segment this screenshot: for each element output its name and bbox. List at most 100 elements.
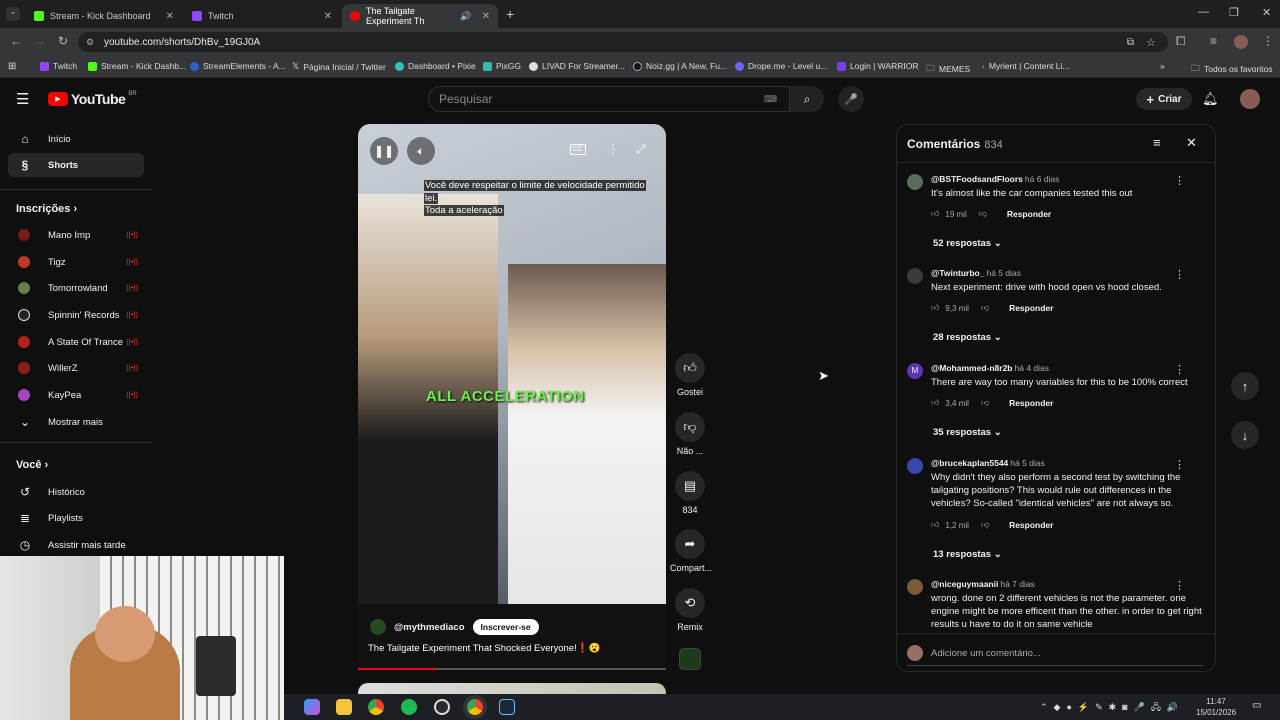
bookmark-pixgg[interactable]: PixGG — [483, 61, 521, 71]
sidebar-item-home[interactable]: ⌂ Início — [8, 127, 144, 151]
sidebar-sub-item[interactable]: WillerZ ((•)) — [8, 356, 144, 380]
youtube-logo[interactable]: ▶ YouTube BR — [48, 91, 137, 107]
bookmark-drope[interactable]: Drope.me - Level u... — [735, 61, 827, 71]
chrome-active-icon[interactable] — [467, 699, 483, 715]
video-progress-bar[interactable] — [358, 668, 666, 670]
channel-name[interactable]: @mythmediaco — [394, 622, 465, 633]
sidebar-sub-item[interactable]: Tomorrowland ((•)) — [8, 276, 144, 300]
more-options-icon[interactable]: ⋮ — [1174, 363, 1185, 376]
account-avatar[interactable] — [1240, 89, 1260, 109]
tab-list-button[interactable]: ⌄ — [6, 7, 20, 21]
copilot-icon[interactable] — [304, 699, 320, 715]
sidebar-item-shorts[interactable]: § Shorts — [8, 153, 144, 177]
avatar[interactable] — [907, 579, 923, 595]
next-short-button[interactable]: ↓ — [1231, 421, 1259, 449]
replies-toggle[interactable]: 13 respostas ⌄ — [933, 549, 1002, 560]
like-button[interactable]: 👍︎ Gostei — [670, 353, 710, 397]
previous-short-button[interactable]: ↑ — [1231, 372, 1259, 400]
share-button[interactable]: ➦ Compart... — [670, 529, 712, 573]
reply-button[interactable]: Responder — [1009, 520, 1053, 530]
voice-search-button[interactable]: 🎤 — [838, 86, 864, 112]
reply-button[interactable]: Responder — [1009, 398, 1053, 408]
pause-button[interactable]: ❚❚ — [370, 137, 398, 165]
bookmarks-overflow-icon[interactable]: » — [1160, 61, 1165, 71]
sidebar-sub-item[interactable]: KayPea ((•)) — [8, 383, 144, 407]
replies-toggle[interactable]: 52 respostas ⌄ — [933, 238, 1002, 249]
close-icon[interactable]: ✕ — [482, 11, 490, 22]
tab-youtube[interactable]: The Tailgate Experiment Th 🔊 ✕ — [342, 4, 498, 28]
apps-icon[interactable]: ⊞ — [8, 61, 16, 72]
subscribe-button[interactable]: Inscrever-se — [472, 619, 539, 635]
search-button[interactable]: ⌕ — [790, 86, 824, 112]
menu-icon[interactable]: ☰ — [16, 90, 29, 108]
sidebar-sub-item[interactable]: Spinnin' Records ((•)) — [8, 303, 144, 327]
bookmark-star-icon[interactable]: ☆ — [1146, 36, 1156, 49]
more-options-icon[interactable]: ⋮ — [1174, 268, 1185, 281]
bookmark-streamelements[interactable]: StreamElements - A... — [190, 61, 286, 71]
avatar[interactable] — [907, 458, 923, 474]
comment-author[interactable]: @Mohammed-n8r2b há 4 dias — [931, 363, 1049, 373]
file-explorer-icon[interactable] — [336, 699, 352, 715]
thumbs-up-icon[interactable]: 👍︎ — [931, 303, 939, 313]
notification-center-icon[interactable]: ▭ — [1252, 700, 1261, 711]
bookmark-myrient[interactable]: ‹ Myrient | Content Li... — [982, 61, 1069, 71]
sidebar-sub-item[interactable]: Mano Imp ((•)) — [8, 223, 144, 247]
browser-menu-icon[interactable]: ⋮ — [1262, 34, 1274, 48]
more-options-icon[interactable]: ⋮ — [1174, 174, 1185, 187]
notifications-icon[interactable]: 🔔︎ — [1202, 91, 1219, 107]
avatar[interactable]: M — [907, 363, 923, 379]
add-comment-field[interactable]: Adicione um comentário... — [907, 645, 1203, 666]
system-clock[interactable]: 11:47 15/01/2026 — [1196, 696, 1236, 718]
avatar[interactable] — [907, 268, 923, 284]
thumbs-up-icon[interactable]: 👍︎ — [931, 209, 939, 219]
sidebar-item-playlists[interactable]: ≣ Playlists — [8, 506, 144, 530]
remix-button[interactable]: ⟲ Remix — [670, 588, 710, 632]
comments-button[interactable]: ▤ 834 — [670, 471, 710, 515]
forward-icon[interactable]: → — [34, 34, 46, 48]
video-title[interactable]: The Tailgate Experiment That Shocked Eve… — [368, 643, 600, 654]
thumbs-down-icon[interactable]: 👎︎ — [981, 303, 989, 313]
url-input[interactable]: ⚙ youtube.com/shorts/DhBv_19GJ0A ⧉ ☆ — [78, 32, 1168, 52]
extensions-icon[interactable]: ⧠ — [1176, 34, 1186, 49]
restore-button[interactable]: ❐ — [1229, 6, 1239, 19]
replies-toggle[interactable]: 35 respostas ⌄ — [933, 427, 1002, 438]
reply-button[interactable]: Responder — [1009, 303, 1053, 313]
fullscreen-icon[interactable]: ⤢ — [636, 142, 646, 157]
dislike-button[interactable]: 👎︎ Não ... — [670, 412, 710, 456]
bookmark-kick[interactable]: Stream - Kick Dashb... — [88, 61, 186, 71]
comment-author[interactable]: @niceguymaanii há 7 dias — [931, 579, 1035, 589]
subscriptions-heading[interactable]: Inscrições › — [16, 203, 77, 215]
bookmark-twitter[interactable]: 𝕏 Página Inicial / Twitter — [292, 61, 386, 72]
tab-twitch[interactable]: Twitch ✕ — [184, 4, 340, 28]
profile-avatar[interactable] — [1234, 35, 1248, 49]
steam-icon[interactable] — [499, 699, 515, 715]
thumbs-down-icon[interactable]: 👎︎ — [981, 520, 989, 530]
sidebar-item-watch-later[interactable]: ◷ Assistir mais tarde — [8, 533, 144, 557]
all-bookmarks[interactable]: 🗀 Todos os favoritos — [1191, 61, 1273, 77]
thumbs-up-icon[interactable]: 👍︎ — [931, 520, 939, 530]
thumbs-down-icon[interactable]: 👎︎ — [981, 398, 989, 408]
keyboard-icon[interactable]: ⌨ — [764, 94, 777, 105]
close-icon[interactable]: ✕ — [324, 11, 332, 22]
captions-icon[interactable]: CC — [570, 144, 587, 155]
tab-kick[interactable]: Stream - Kick Dashboard ✕ — [26, 4, 182, 28]
search-input[interactable]: Pesquisar ⌨ — [428, 86, 790, 112]
bookmark-twitch[interactable]: Twitch — [40, 61, 77, 71]
more-options-icon[interactable]: ⋮ — [1174, 458, 1185, 471]
comment-author[interactable]: @BSTFoodsandFloors há 6 dias — [931, 174, 1059, 184]
sidebar-sub-item[interactable]: Tigz ((•)) — [8, 250, 144, 274]
bookmark-folder-memes[interactable]: 🗀 MEMES — [926, 61, 970, 77]
sidebar-item-history[interactable]: ↺ Histórico — [8, 480, 144, 504]
install-app-icon[interactable]: ⧉ — [1127, 37, 1134, 48]
system-tray[interactable]: ⌃◆●⚡✎✱◙🎤🖧🔊 — [1040, 700, 1184, 716]
thumbs-down-icon[interactable]: 👎︎ — [979, 209, 987, 219]
spotify-icon[interactable] — [401, 699, 417, 715]
bookmark-warrior[interactable]: Login | WARRIOR — [837, 61, 919, 71]
audio-playing-icon[interactable]: 🔊 — [460, 11, 471, 22]
create-button[interactable]: + Criar — [1136, 88, 1192, 110]
volume-button[interactable]: 🔈︎ — [407, 137, 435, 165]
thumbs-up-icon[interactable]: 👍︎ — [931, 398, 939, 408]
chrome-icon[interactable] — [368, 699, 384, 715]
you-heading[interactable]: Você › — [16, 459, 48, 471]
back-icon[interactable]: ← — [10, 34, 22, 48]
